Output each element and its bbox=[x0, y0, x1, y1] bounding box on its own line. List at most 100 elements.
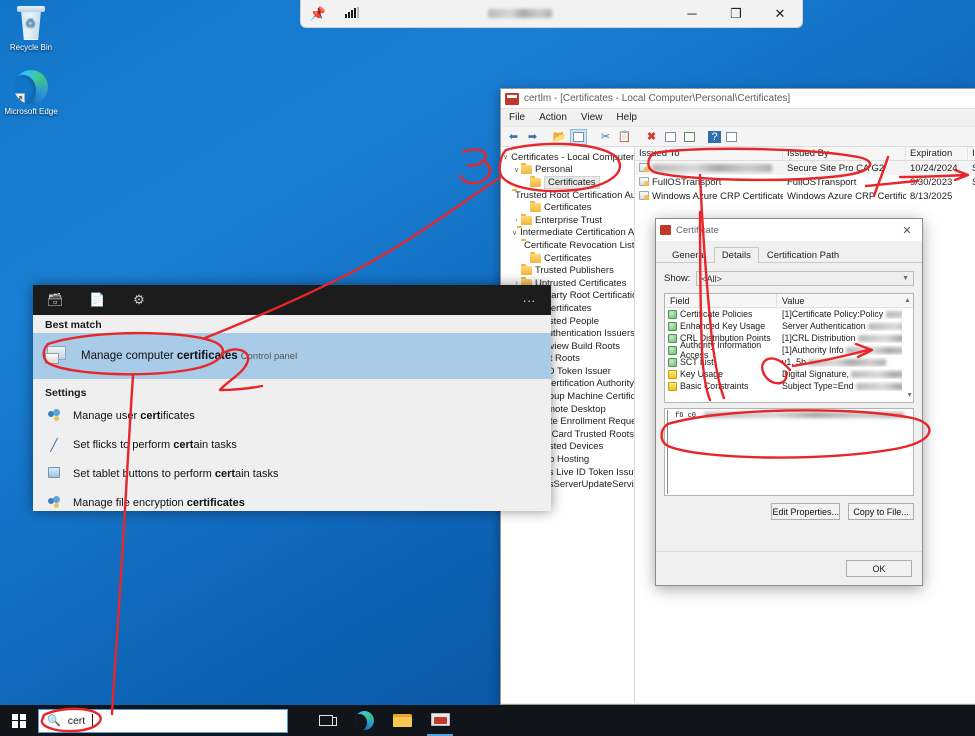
settings-label: Settings bbox=[33, 383, 551, 401]
settings-result-item[interactable]: Manage user certificates bbox=[33, 401, 551, 430]
certificate-field-row[interactable]: Certificate Policies[1]Certificate Polic… bbox=[665, 308, 913, 320]
certificate-row[interactable]: Secure Site Pro CA G210/24/2024S bbox=[635, 161, 975, 175]
redacted-text bbox=[808, 359, 886, 366]
menu-action[interactable]: Action bbox=[539, 112, 567, 123]
best-match-title: Manage computer certificates bbox=[81, 350, 238, 362]
refresh-view-icon[interactable] bbox=[723, 129, 740, 145]
best-match-result-manage-computer-certificates[interactable]: Manage computer certificates Control pan… bbox=[33, 333, 551, 379]
users-icon bbox=[45, 409, 63, 423]
value-text: Server Authentication bbox=[782, 321, 868, 331]
column-issued-to[interactable]: Issued To bbox=[635, 147, 783, 161]
close-button[interactable]: ✕ bbox=[758, 0, 802, 28]
tree-item-label: Enterprise Trust bbox=[535, 215, 602, 226]
taskbar-certlm-button[interactable] bbox=[421, 705, 459, 736]
settings-result-item[interactable]: ╱Set flicks to perform certain tasks bbox=[33, 430, 551, 459]
properties-icon[interactable] bbox=[662, 129, 679, 145]
settings-gear-icon[interactable]: ⚙ bbox=[131, 292, 147, 308]
certificate-dialog-tabs: General Details Certification Path bbox=[656, 247, 922, 263]
minimize-button[interactable]: ─ bbox=[670, 0, 714, 28]
cell-issued-to: Windows Azure CRP Certificate ... bbox=[635, 191, 783, 202]
taskbar-file-explorer-button[interactable] bbox=[383, 705, 421, 736]
certlm-mmc-icon bbox=[431, 713, 450, 729]
tab-details[interactable]: Details bbox=[714, 247, 759, 263]
desktop-icon-microsoft-edge[interactable]: ↗ Microsoft Edge bbox=[0, 70, 62, 117]
tree-item[interactable]: Trusted Root Certification Aut bbox=[501, 189, 634, 202]
folder-icon bbox=[521, 266, 532, 275]
settings-result-label: Set flicks to perform certain tasks bbox=[73, 439, 237, 451]
cell-text: Windows Azure CRP Certificate ... bbox=[652, 191, 783, 202]
green-extension-icon bbox=[668, 322, 677, 331]
value-text: [1]Certificate Policy:Policy bbox=[782, 309, 886, 319]
certlm-menu-bar: File Action View Help bbox=[501, 109, 975, 127]
certificate-field-row[interactable]: Enhanced Key UsageServer Authentication bbox=[665, 320, 913, 332]
settings-result-item[interactable]: Manage file encryption certificates bbox=[33, 488, 551, 517]
certificate-field-row[interactable]: Basic ConstraintsSubject Type=End bbox=[665, 380, 913, 392]
expander-icon[interactable]: ∨ bbox=[512, 229, 517, 237]
menu-help[interactable]: Help bbox=[616, 112, 637, 123]
delete-icon[interactable]: ✖ bbox=[643, 129, 660, 145]
scroll-up-icon[interactable]: ▲ bbox=[902, 297, 913, 304]
show-hide-tree-icon[interactable] bbox=[570, 129, 587, 145]
expander-icon[interactable]: ∨ bbox=[512, 166, 521, 174]
certificate-field-row[interactable]: Authority Information Access[1]Authority… bbox=[665, 344, 913, 356]
column-expiration-date[interactable]: Expiration Date bbox=[906, 147, 968, 161]
folder-icon bbox=[521, 216, 532, 225]
up-folder-icon[interactable]: 📂 bbox=[551, 129, 568, 145]
search-panel-header: 🗃 📄 ⚙ ··· bbox=[33, 285, 551, 315]
settings-result-item[interactable]: Set tablet buttons to perform certain ta… bbox=[33, 459, 551, 488]
desktop-icon-recycle-bin[interactable]: ♻ Recycle Bin bbox=[0, 6, 62, 53]
copy-to-file-button[interactable]: Copy to File... bbox=[848, 503, 914, 520]
copy-icon[interactable]: 📋 bbox=[616, 129, 633, 145]
documents-icon[interactable]: 📄 bbox=[89, 292, 105, 308]
cell-text: FullOSTransport bbox=[652, 177, 721, 188]
column-issued-by[interactable]: Issued By bbox=[783, 147, 906, 161]
back-arrow-icon[interactable]: ⬅ bbox=[505, 129, 522, 145]
show-dropdown[interactable]: <All> ▼ bbox=[696, 271, 914, 286]
field-label: Basic Constraints bbox=[680, 381, 748, 391]
file-explorer-icon bbox=[393, 713, 412, 728]
tree-item[interactable]: Trusted Publishers bbox=[501, 264, 634, 277]
export-icon[interactable] bbox=[681, 129, 698, 145]
settings-result-label: Set tablet buttons to perform certain ta… bbox=[73, 468, 278, 480]
certificate-field-row[interactable]: Key UsageDigital Signature, bbox=[665, 368, 913, 380]
tree-item[interactable]: ∨Certificates - Local Computer bbox=[501, 151, 634, 164]
certificate-row[interactable]: FullOSTransportFullOSTransport9/30/2023S bbox=[635, 175, 975, 189]
restore-button[interactable]: ❐ bbox=[714, 0, 758, 28]
tree-item[interactable]: › Enterprise Trust bbox=[501, 214, 634, 227]
microsoft-edge-icon bbox=[355, 711, 374, 730]
tree-item[interactable]: Certificate Revocation List bbox=[501, 239, 634, 252]
column-value[interactable]: Value bbox=[777, 296, 902, 306]
certificate-row[interactable]: Windows Azure CRP Certificate ...Windows… bbox=[635, 189, 975, 203]
pin-off-icon[interactable]: 📌∖ bbox=[301, 6, 335, 22]
tree-item[interactable]: Certificates bbox=[501, 252, 634, 265]
scroll-down-icon[interactable]: ▼ bbox=[906, 392, 913, 402]
menu-file[interactable]: File bbox=[509, 112, 525, 123]
tab-general[interactable]: General bbox=[664, 247, 714, 263]
certificate-fields-table[interactable]: Field Value ▲ Certificate Policies[1]Cer… bbox=[664, 293, 914, 403]
menu-view[interactable]: View bbox=[581, 112, 603, 123]
taskbar-edge-button[interactable] bbox=[345, 705, 383, 736]
help-icon[interactable]: ? bbox=[708, 131, 721, 143]
expander-icon[interactable]: › bbox=[512, 217, 521, 224]
tree-item[interactable]: Certificates bbox=[501, 201, 634, 214]
column-intended-purposes[interactable]: I bbox=[968, 147, 975, 161]
close-icon[interactable]: ✕ bbox=[896, 224, 918, 237]
tree-item[interactable]: Certificates bbox=[501, 176, 634, 189]
tree-item[interactable]: ∨Intermediate Certification Aut bbox=[501, 227, 634, 240]
taskbar-search-input[interactable]: 🔍 cert bbox=[38, 709, 288, 733]
expander-icon[interactable]: ∨ bbox=[503, 153, 508, 161]
ok-button[interactable]: OK bbox=[846, 560, 912, 577]
redacted-text bbox=[856, 383, 902, 390]
tree-item[interactable]: ∨Personal bbox=[501, 164, 634, 177]
more-options-icon[interactable]: ··· bbox=[521, 293, 537, 308]
task-view-button[interactable] bbox=[307, 705, 345, 736]
apps-icon[interactable]: 🗃 bbox=[47, 292, 63, 308]
column-field[interactable]: Field bbox=[665, 294, 777, 308]
certificate-field-row[interactable]: SCT Listv1, 5b bbox=[665, 356, 913, 368]
forward-arrow-icon[interactable]: ➡ bbox=[524, 129, 541, 145]
tab-certification-path[interactable]: Certification Path bbox=[759, 247, 847, 263]
start-button[interactable] bbox=[0, 705, 38, 736]
edit-properties-button[interactable]: Edit Properties... bbox=[771, 503, 840, 520]
certlm-app-icon bbox=[505, 93, 519, 105]
cut-icon[interactable]: ✂ bbox=[597, 129, 614, 145]
